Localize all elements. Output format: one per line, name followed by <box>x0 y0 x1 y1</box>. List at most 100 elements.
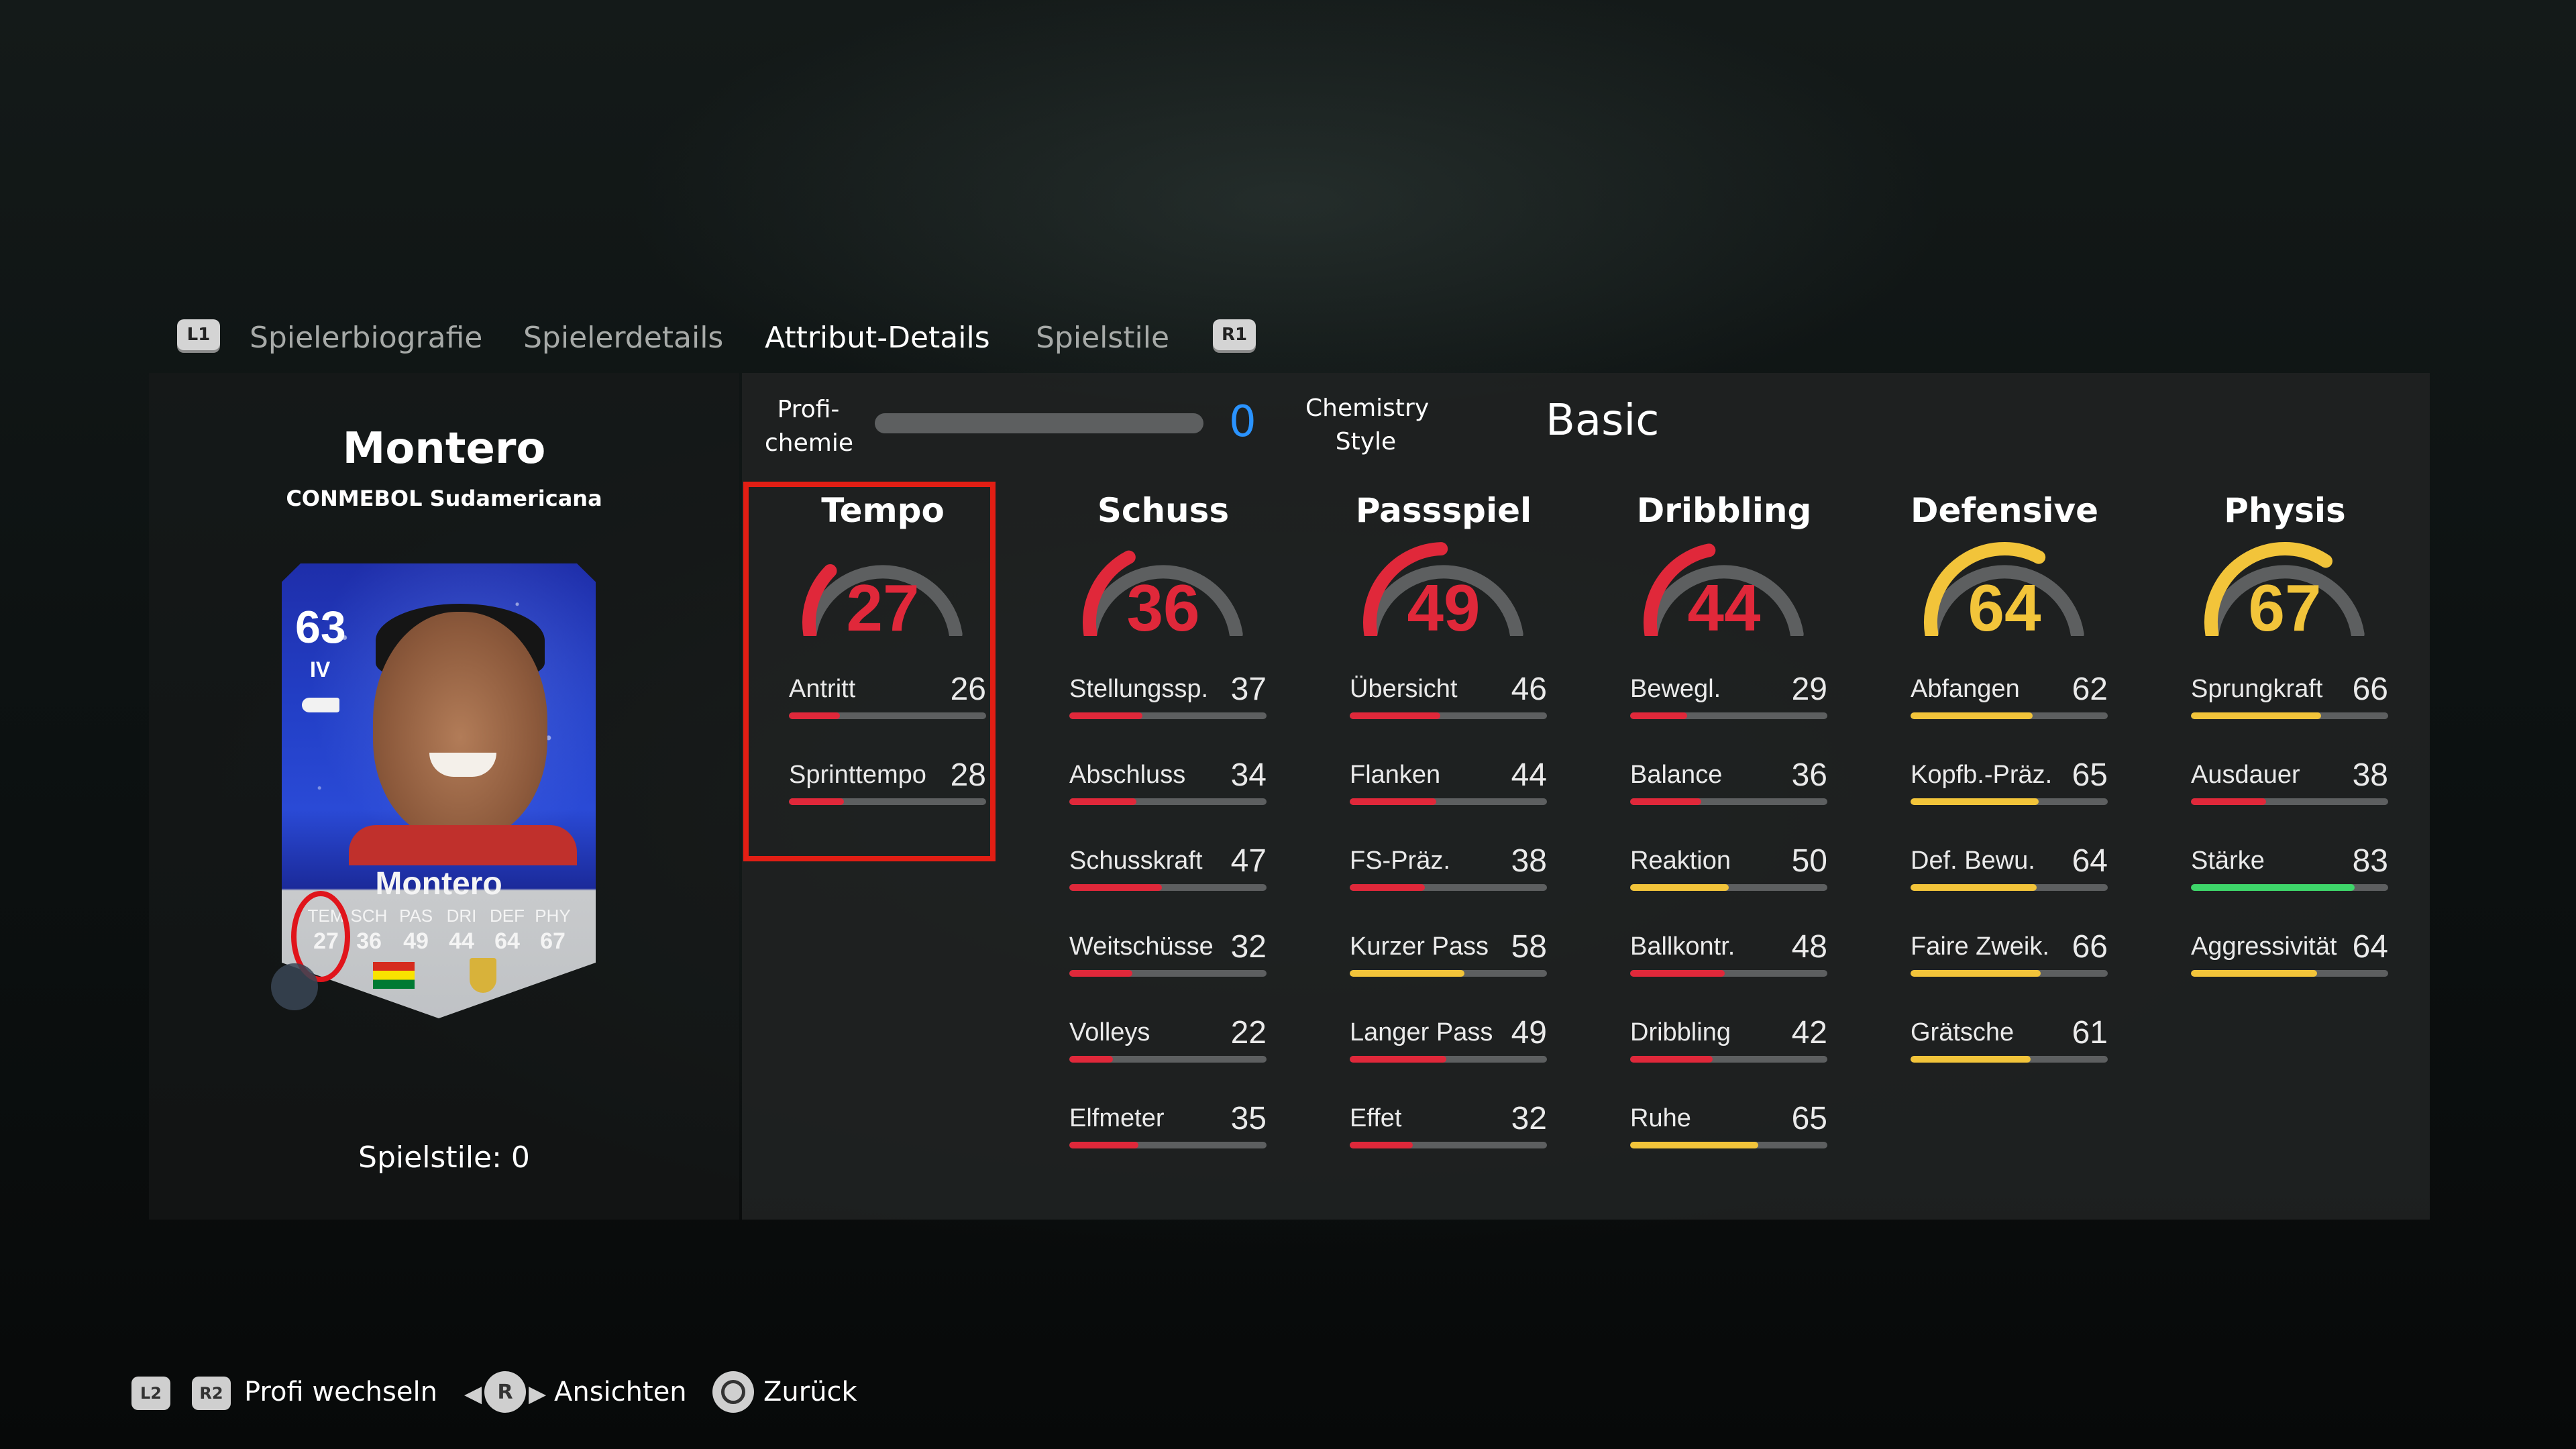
chemistry-style-label-line2: Style <box>1335 428 1397 455</box>
tab-spielerdetails[interactable]: Spielerdetails <box>523 321 723 355</box>
attribute-bar-track <box>1630 798 1827 805</box>
back-label[interactable]: Zurück <box>763 1377 857 1407</box>
attribute-name: Abschluss <box>1069 761 1186 789</box>
attribute-name: Kopfb.-Präz. <box>1911 761 2053 789</box>
category-1[interactable]: Schuss 36 Stellungssp. 37 Abschluss 34 Schussk… <box>1063 482 1267 1220</box>
attribute-name: Übersicht <box>1350 675 1458 703</box>
attribute-row[interactable]: Aggressivität 64 <box>2191 929 2388 1006</box>
attribute-row[interactable]: Def. Bewu. 64 <box>1911 843 2108 920</box>
attribute-row[interactable]: Abfangen 62 <box>1911 672 2108 749</box>
attribute-name: Bewegl. <box>1630 675 1721 703</box>
attribute-row[interactable]: Grätsche 61 <box>1911 1015 2108 1092</box>
attribute-row[interactable]: Ausdauer 38 <box>2191 757 2388 835</box>
circle-button-icon[interactable] <box>712 1371 754 1413</box>
attribute-row[interactable]: Bewegl. 29 <box>1630 672 1827 749</box>
attribute-value: 35 <box>1230 1101 1267 1136</box>
attribute-bar-track <box>2191 712 2388 719</box>
card-stat-label: PHY <box>535 906 571 926</box>
attribute-bar-fill <box>789 712 841 719</box>
chemistry-style-label-line1: Chemistry <box>1305 394 1430 422</box>
attribute-name: Volleys <box>1069 1018 1150 1046</box>
attribute-row[interactable]: Sprinttempo 28 <box>789 757 986 835</box>
category-gauge: 67 <box>2204 542 2365 636</box>
attribute-row[interactable]: Kopfb.-Präz. 65 <box>1911 757 2108 835</box>
category-gauge: 64 <box>1924 542 2084 636</box>
attribute-row[interactable]: Weitschüsse 32 <box>1069 929 1267 1006</box>
r1-button[interactable]: R1 <box>1213 319 1256 350</box>
category-3[interactable]: Dribbling 44 Bewegl. 29 Balance 36 Reaktion 50 B… <box>1623 482 1827 1220</box>
category-value: 27 <box>846 571 919 636</box>
attribute-row[interactable]: Übersicht 46 <box>1350 672 1547 749</box>
attribute-value: 26 <box>950 672 986 707</box>
attribute-value: 47 <box>1230 843 1267 879</box>
attribute-bar-fill <box>1630 712 1688 719</box>
category-gauge: 27 <box>802 564 963 636</box>
attribute-row[interactable]: Faire Zweik. 66 <box>1911 929 2108 1006</box>
attribute-name: Elfmeter <box>1069 1104 1165 1132</box>
l1-button[interactable]: L1 <box>177 319 220 350</box>
attribute-row[interactable]: Flanken 44 <box>1350 757 1547 835</box>
attribute-bar-track <box>2191 884 2388 891</box>
attribute-value: 44 <box>1511 757 1547 793</box>
category-4[interactable]: Defensive 64 Abfangen 62 Kopfb.-Präz. 65 Def. … <box>1904 482 2108 1220</box>
attribute-row[interactable]: Elfmeter 35 <box>1069 1101 1267 1178</box>
tab-spielstile[interactable]: Spielstile <box>1036 321 1169 355</box>
card-stat-value: 44 <box>449 928 474 954</box>
attribute-bar-fill <box>1630 1056 1713 1063</box>
category-0[interactable]: Tempo 27 Antritt 26 Sprinttempo 28 <box>782 482 986 1220</box>
attribute-bar-track <box>789 712 986 719</box>
attribute-bar-track <box>1069 798 1267 805</box>
attribute-value: 38 <box>1511 843 1547 879</box>
club-badge-icon <box>470 958 496 993</box>
l2-button[interactable]: L2 <box>131 1377 170 1410</box>
attribute-name: Sprinttempo <box>789 761 926 789</box>
attribute-row[interactable]: Stärke 83 <box>2191 843 2388 920</box>
attribute-bar-track <box>1069 970 1267 977</box>
attribute-name: Aggressivität <box>2191 932 2337 961</box>
chemistry-style-value[interactable]: Basic <box>1546 396 1659 445</box>
attribute-row[interactable]: Sprungkraft 66 <box>2191 672 2388 749</box>
attribute-row[interactable]: Antritt 26 <box>789 672 986 749</box>
attribute-bar-track <box>1911 798 2108 805</box>
category-value: 64 <box>1968 571 2041 636</box>
category-value: 49 <box>1407 571 1480 636</box>
attribute-bar-track <box>1911 884 2108 891</box>
attribute-row[interactable]: Kurzer Pass 58 <box>1350 929 1547 1006</box>
attribute-bar-track <box>2191 798 2388 805</box>
card-rating: 63 <box>295 602 346 653</box>
attribute-bar-track <box>1630 712 1827 719</box>
attribute-bar-track <box>789 798 986 805</box>
card-stat-value: 67 <box>540 928 566 954</box>
tab-attribut-details[interactable]: Attribut-Details <box>765 321 990 355</box>
attribute-row[interactable]: Abschluss 34 <box>1069 757 1267 835</box>
tab-spielerbiografie[interactable]: Spielerbiografie <box>250 321 482 355</box>
attribute-value: 37 <box>1230 672 1267 707</box>
arrow-right-icon: ▶ <box>529 1381 547 1407</box>
attribute-row[interactable]: Ballkontr. 48 <box>1630 929 1827 1006</box>
attribute-row[interactable]: Schusskraft 47 <box>1069 843 1267 920</box>
right-stick-icon[interactable]: R <box>484 1371 526 1413</box>
card-stat-value: 64 <box>494 928 520 954</box>
player-photo-shirt <box>349 825 577 865</box>
attribute-value: 83 <box>2352 843 2388 879</box>
attribute-row[interactable]: Stellungssp. 37 <box>1069 672 1267 749</box>
attribute-row[interactable]: Effet 32 <box>1350 1101 1547 1178</box>
switch-player-label[interactable]: Profi wechseln <box>244 1377 437 1407</box>
attribute-row[interactable]: Reaktion 50 <box>1630 843 1827 920</box>
r2-button[interactable]: R2 <box>192 1377 231 1410</box>
attribute-row[interactable]: FS-Präz. 38 <box>1350 843 1547 920</box>
attribute-bar-fill <box>2191 798 2266 805</box>
category-2[interactable]: Passspiel 49 Übersicht 46 Flanken 44 FS-Präz. 3… <box>1343 482 1547 1220</box>
category-gauge: 44 <box>1644 543 1804 636</box>
attribute-row[interactable]: Dribbling 42 <box>1630 1015 1827 1092</box>
attribute-row[interactable]: Ruhe 65 <box>1630 1101 1827 1178</box>
category-5[interactable]: Physis 67 Sprungkraft 66 Ausdauer 38 Stärke 83 A… <box>2184 482 2388 1220</box>
attribute-bar-track <box>1350 1056 1547 1063</box>
attribute-row[interactable]: Balance 36 <box>1630 757 1827 835</box>
attribute-row[interactable]: Langer Pass 49 <box>1350 1015 1547 1092</box>
views-label[interactable]: Ansichten <box>554 1377 687 1407</box>
attribute-bar-track <box>1350 884 1547 891</box>
attribute-bar-fill <box>2191 884 2355 891</box>
attribute-bar-fill <box>789 798 845 805</box>
attribute-row[interactable]: Volleys 22 <box>1069 1015 1267 1092</box>
